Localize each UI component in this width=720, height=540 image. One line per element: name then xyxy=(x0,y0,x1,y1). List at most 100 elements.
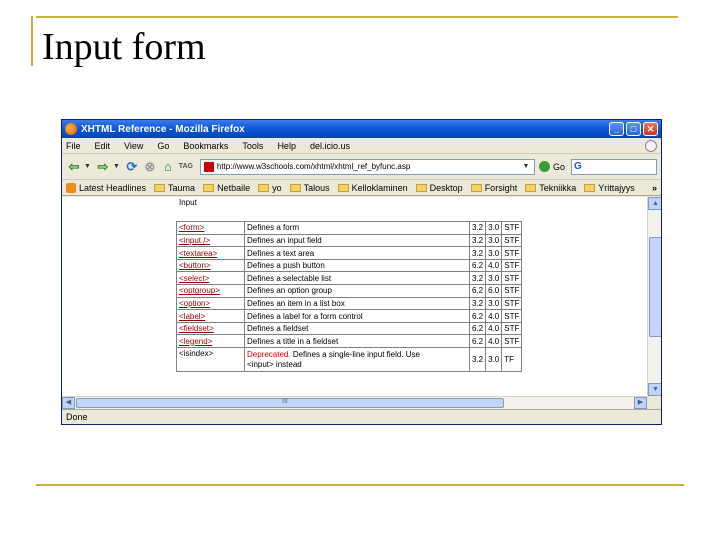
horizontal-scrollbar[interactable]: ◀ III ▶ xyxy=(62,396,647,409)
reload-icon[interactable]: ⟳ xyxy=(124,159,140,175)
back-dropdown-icon[interactable]: ▼ xyxy=(84,163,91,170)
maximize-button[interactable]: □ xyxy=(626,122,641,136)
element-tag-link[interactable]: <fieldset> xyxy=(176,321,245,336)
element-tag-link[interactable]: <optgroup> xyxy=(176,284,245,298)
version-cell: 3.0 xyxy=(485,347,503,373)
bookmark-forsight[interactable]: Forsight xyxy=(470,182,518,193)
menu-help[interactable]: Help xyxy=(277,141,296,151)
folder-icon xyxy=(337,183,349,192)
bookmark-label: yo xyxy=(272,182,282,193)
status-text: Done xyxy=(66,412,88,422)
element-tag-link[interactable]: <input /> xyxy=(176,233,245,248)
element-tag-link[interactable]: <label> xyxy=(176,309,245,323)
url-input[interactable] xyxy=(216,162,521,171)
go-icon xyxy=(538,161,550,172)
scroll-right-arrow-icon[interactable]: ▶ xyxy=(634,397,647,409)
version-cell: 3.0 xyxy=(485,296,503,311)
table-row: <optgroup> Defines an option group 6.2 6.0 S… xyxy=(176,284,523,298)
table-row: <input /> Defines an input field 3.2 3.0 STF xyxy=(176,233,523,248)
dtd-cell: STF xyxy=(501,233,523,248)
element-description: Deprecated. Defines a single-line input … xyxy=(244,347,470,373)
scroll-up-arrow-icon[interactable]: ▲ xyxy=(648,197,661,210)
scroll-down-arrow-icon[interactable]: ▼ xyxy=(648,383,661,396)
element-tag-link[interactable]: <form> xyxy=(176,221,245,235)
menu-go[interactable]: Go xyxy=(157,141,169,151)
tag-icon[interactable]: TAG xyxy=(178,159,194,175)
version-cell: 3.2 xyxy=(468,347,487,373)
bookmark-tauma[interactable]: Tauma xyxy=(154,183,195,193)
back-arrow-icon[interactable]: ⇦ xyxy=(66,159,82,175)
horizontal-scroll-thumb[interactable]: III xyxy=(76,398,504,408)
bookmark-label: Desktop xyxy=(429,182,463,193)
table-row: <select> Defines a selectable list 3.2 3.0 S… xyxy=(176,271,523,286)
bookmark-yo[interactable]: yo xyxy=(258,183,282,193)
bookmark-yrittajyys[interactable]: Yrittajyys xyxy=(584,183,635,193)
element-tag-link[interactable]: <legend> xyxy=(176,334,245,349)
search-box[interactable]: G xyxy=(571,158,657,175)
dtd-cell: TF xyxy=(501,347,523,373)
url-bar[interactable]: ▼ xyxy=(199,158,535,175)
bookmark-latest-headlines[interactable]: Latest Headlines xyxy=(66,182,146,193)
element-description: Defines an option group xyxy=(244,284,470,298)
element-description: Defines a label for a form control xyxy=(244,309,470,323)
bookmarks-more-chevron-icon[interactable]: » xyxy=(652,183,657,193)
version-cell: 6.2 xyxy=(468,258,487,273)
element-tag-link[interactable]: <select> xyxy=(176,271,245,286)
forward-dropdown-icon[interactable]: ▼ xyxy=(113,163,120,170)
version-cell: 6.0 xyxy=(485,284,503,298)
folder-icon xyxy=(415,183,427,192)
bookmark-kelloklaminen[interactable]: Kelloklaminen xyxy=(337,182,408,193)
deprecated-label: Deprecated. xyxy=(247,349,291,359)
table-row: <option> Defines an item in a list box 3.2… xyxy=(176,296,523,311)
go-label: Go xyxy=(552,161,565,172)
element-tag-link[interactable]: <option> xyxy=(176,296,245,311)
table-cell xyxy=(486,209,502,222)
url-dropdown-icon[interactable]: ▼ xyxy=(521,163,531,170)
bookmark-desktop[interactable]: Desktop xyxy=(415,182,463,193)
menu-file[interactable]: File xyxy=(66,141,81,151)
menu-tools[interactable]: Tools xyxy=(242,141,263,151)
close-button[interactable]: ✕ xyxy=(643,122,658,136)
home-icon[interactable]: ⌂ xyxy=(160,159,176,175)
bookmark-label: Kelloklaminen xyxy=(351,182,408,193)
version-cell: 3.2 xyxy=(468,296,487,311)
firefox-icon xyxy=(65,123,77,135)
element-description: Defines a push button xyxy=(244,258,470,273)
stop-icon[interactable]: ⊗ xyxy=(142,159,158,175)
scroll-left-arrow-icon[interactable]: ◀ xyxy=(62,397,75,409)
folder-icon xyxy=(203,183,215,192)
version-cell: 4.0 xyxy=(485,334,503,349)
version-cell: 3.0 xyxy=(485,221,503,235)
vertical-scroll-thumb[interactable] xyxy=(649,237,661,337)
folder-icon xyxy=(258,183,270,192)
dtd-cell: STF xyxy=(501,321,523,336)
dtd-cell: STF xyxy=(501,258,523,273)
table-row: <textarea> Defines a text area 3.2 3.0 STF xyxy=(176,246,523,260)
table-row: <form> Defines a form 3.2 3.0 STF xyxy=(176,221,523,235)
bookmark-label: Talous xyxy=(303,182,330,193)
window-titlebar[interactable]: XHTML Reference - Mozilla Firefox _ □ ✕ xyxy=(62,120,661,138)
element-description: Defines a text area xyxy=(244,246,470,260)
menu-bookmarks[interactable]: Bookmarks xyxy=(183,141,228,151)
element-tag-link[interactable]: <button> xyxy=(176,258,245,273)
element-tag-link[interactable]: <textarea> xyxy=(176,246,245,260)
folder-icon xyxy=(154,183,166,192)
bookmark-label: Tekniikka xyxy=(539,182,577,193)
minimize-button[interactable]: _ xyxy=(609,122,624,136)
bookmark-talous[interactable]: Talous xyxy=(289,182,330,193)
forward-arrow-icon[interactable]: ⇨ xyxy=(95,159,111,175)
vertical-scrollbar[interactable]: ▲ ▼ xyxy=(647,197,661,396)
menu-edit[interactable]: Edit xyxy=(95,141,111,151)
google-search-icon: G xyxy=(574,161,582,172)
table-cell xyxy=(502,209,522,222)
version-cell: 4.0 xyxy=(485,258,503,273)
menu-view[interactable]: View xyxy=(124,141,143,151)
menu-delicious[interactable]: del.icio.us xyxy=(310,141,350,151)
go-button[interactable]: Go xyxy=(538,161,565,172)
bookmark-netbaile[interactable]: Netbaile xyxy=(203,183,250,193)
table-row: <fieldset> Defines a fieldset 6.2 4.0 STF xyxy=(176,321,523,336)
bookmark-label: Forsight xyxy=(484,182,518,193)
version-cell: 3.2 xyxy=(468,233,487,248)
table-row: <isindex> Deprecated. Defines a single-li… xyxy=(176,347,523,373)
bookmark-tekniikka[interactable]: Tekniikka xyxy=(525,183,576,193)
